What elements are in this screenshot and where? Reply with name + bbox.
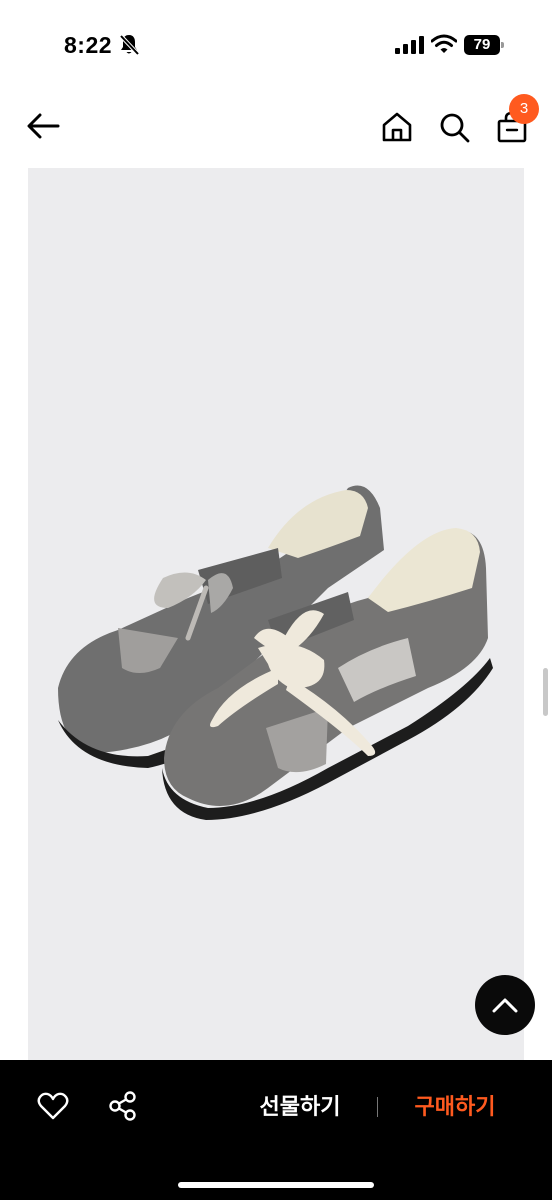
bottom-action-bar: 선물하기 구매하기 [0,1060,552,1200]
button-divider [377,1097,378,1117]
heart-icon[interactable] [36,1090,70,1122]
home-icon[interactable] [380,110,414,144]
battery-level: 79 [464,35,500,55]
battery-icon: 79 [464,35,504,55]
home-indicator[interactable] [178,1182,374,1188]
buy-button[interactable]: 구매하기 [400,1088,510,1126]
share-icon[interactable] [108,1090,138,1122]
shoes-illustration [58,485,493,820]
cart-badge: 3 [509,94,539,124]
search-icon[interactable] [437,110,471,144]
top-nav-bar [0,92,552,162]
signal-icon [395,36,424,54]
gift-button[interactable]: 선물하기 [245,1088,355,1126]
scroll-indicator[interactable] [543,668,548,716]
bell-slash-icon [119,34,140,56]
battery-tip [501,42,504,48]
scroll-to-top-button[interactable] [475,975,535,1035]
status-time: 8:22 [64,32,113,58]
back-arrow-icon[interactable] [24,110,64,142]
chevron-up-icon [492,998,518,1013]
product-image [28,168,524,1060]
status-bar: 8:22 79 [0,0,552,90]
wifi-icon [431,34,457,53]
